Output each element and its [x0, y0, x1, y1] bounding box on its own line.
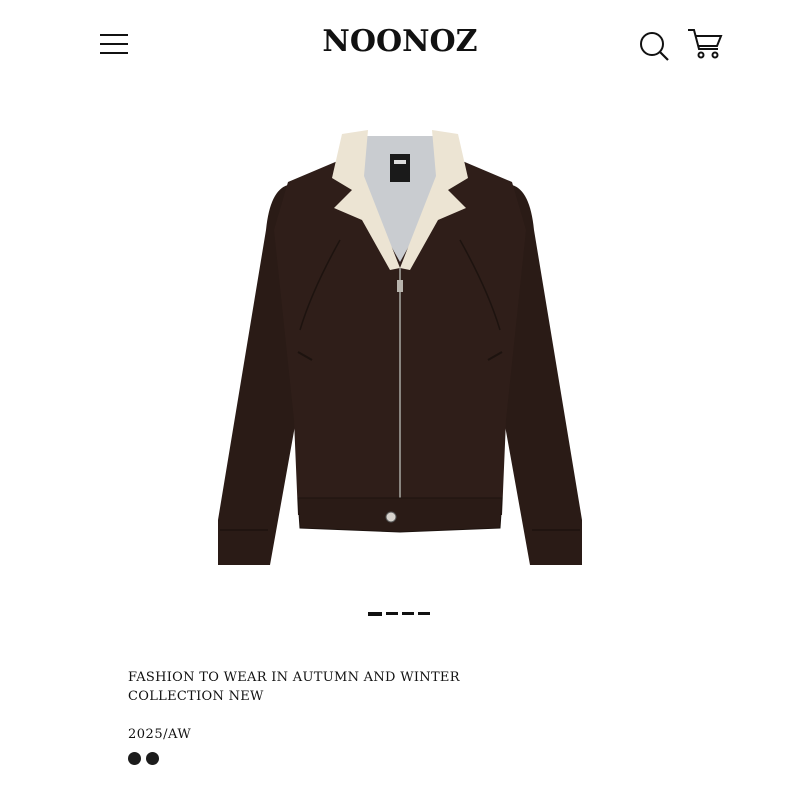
- product-headline: FASHION TO WEAR IN AUTUMN AND WINTER COL…: [128, 670, 460, 704]
- season-label: 2025/AW: [128, 727, 192, 742]
- pager-dot-4[interactable]: [418, 612, 430, 615]
- cart-button[interactable]: [686, 27, 724, 61]
- site-header: NOONOZ: [0, 0, 800, 90]
- product-image[interactable]: [200, 120, 600, 580]
- search-icon: [640, 32, 669, 61]
- cart-icon: [688, 29, 723, 59]
- color-swatch-2[interactable]: [146, 752, 159, 765]
- jacket-icon: [218, 130, 582, 565]
- color-swatch-1[interactable]: [128, 752, 141, 765]
- brand-logo[interactable]: NOONOZ: [0, 24, 800, 59]
- search-button[interactable]: [638, 30, 670, 62]
- color-swatches: [128, 752, 548, 765]
- pager-dot-1[interactable]: [368, 612, 382, 616]
- image-pager: [368, 612, 430, 618]
- pager-dot-2[interactable]: [386, 612, 398, 615]
- pager-dot-3[interactable]: [402, 612, 414, 615]
- product-info: FASHION TO WEAR IN AUTUMN AND WINTER COL…: [128, 668, 548, 765]
